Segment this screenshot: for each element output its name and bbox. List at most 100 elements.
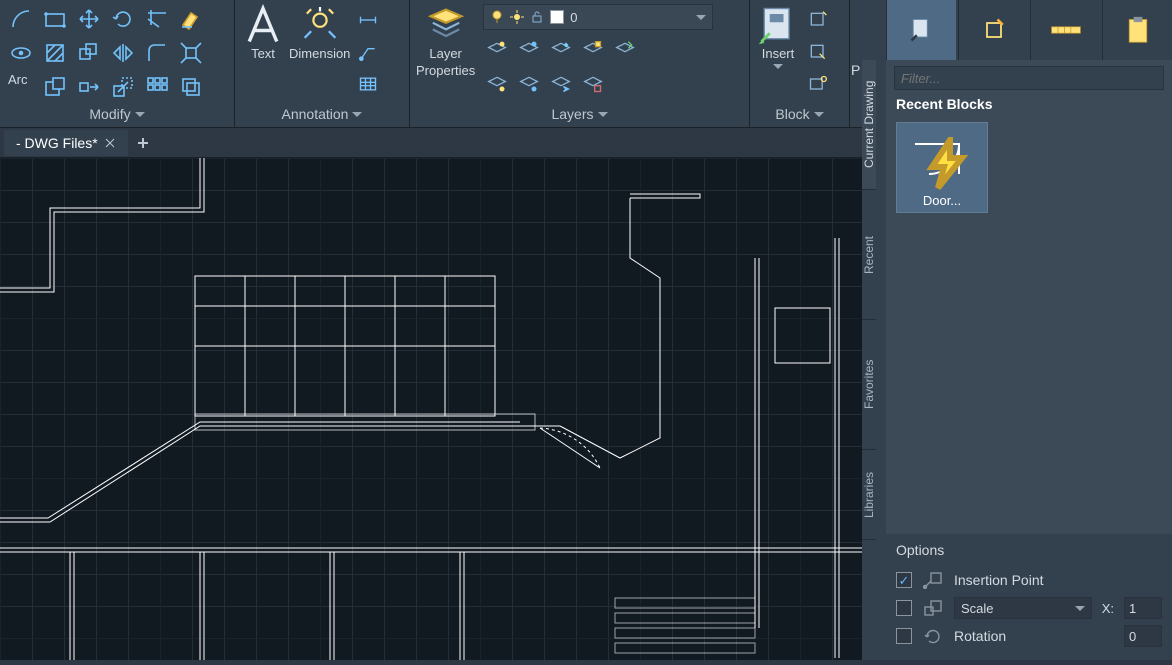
- linear-dim-icon[interactable]: [354, 6, 382, 34]
- chevron-down-icon: [352, 111, 362, 117]
- layer-iso-icon[interactable]: [483, 70, 511, 98]
- ribbon-group-layers: Layer Properties 0: [410, 0, 750, 127]
- erase-tool-icon[interactable]: [176, 4, 206, 34]
- layer-uniso-icon[interactable]: [515, 70, 543, 98]
- new-tab-button[interactable]: [128, 130, 158, 156]
- layer-match-icon[interactable]: [611, 36, 639, 64]
- layer-name: 0: [570, 10, 577, 25]
- palette-mode-measure[interactable]: [1030, 0, 1100, 60]
- edit-attributes-icon[interactable]: [804, 70, 832, 98]
- filter-input[interactable]: [894, 66, 1164, 90]
- ellipse-tool-icon[interactable]: [6, 38, 36, 68]
- region-tool-icon[interactable]: [40, 72, 70, 102]
- offset-tool-icon[interactable]: [176, 72, 206, 102]
- document-tab-label: - DWG Files*: [16, 135, 98, 151]
- layer-selector[interactable]: 0: [483, 4, 713, 30]
- block-thumb-door[interactable]: Door...: [896, 122, 988, 213]
- insertion-point-checkbox[interactable]: [896, 572, 912, 588]
- text-tool[interactable]: Text: [241, 4, 285, 61]
- dynamic-block-bolt-icon: [912, 137, 982, 191]
- table-icon[interactable]: [354, 70, 382, 98]
- rectangle-tool-icon[interactable]: [40, 4, 70, 34]
- lightbulb-icon: [490, 10, 504, 24]
- chevron-down-icon: [696, 14, 706, 20]
- scale-x-input[interactable]: [1124, 597, 1162, 619]
- hatch-tool-icon[interactable]: [40, 38, 70, 68]
- ribbon-group-modify: Arc: [0, 0, 235, 127]
- insertion-options: Options Insertion Point Scale X: Rotatio…: [886, 534, 1172, 660]
- leader-icon[interactable]: [354, 38, 382, 66]
- layer-properties-label-2: Properties: [416, 63, 475, 78]
- mirror-tool-icon[interactable]: [108, 38, 138, 68]
- lock-icon: [530, 10, 544, 24]
- stretch-tool-icon[interactable]: [74, 72, 104, 102]
- dimension-tool[interactable]: Dimension: [289, 4, 350, 61]
- sidetab-current-drawing[interactable]: Current Drawing: [862, 60, 876, 190]
- arc-tool-icon[interactable]: [6, 4, 36, 34]
- sidetab-libraries[interactable]: Libraries: [862, 450, 876, 540]
- chevron-down-icon: [773, 63, 783, 69]
- block-panel-label: Block: [775, 106, 809, 122]
- palette-top-toolbar: [886, 0, 1172, 60]
- layer-off-icon[interactable]: [483, 36, 511, 64]
- close-icon[interactable]: [104, 137, 116, 149]
- rotate-tool-icon[interactable]: [108, 4, 138, 34]
- array-tool-icon[interactable]: [142, 72, 172, 102]
- sun-icon: [510, 10, 524, 24]
- copy-tool-icon[interactable]: [74, 38, 104, 68]
- palette-mode-clipboard[interactable]: [1102, 0, 1172, 60]
- trim-tool-icon[interactable]: [142, 4, 172, 34]
- rotation-input[interactable]: [1124, 625, 1162, 647]
- explode-tool-icon[interactable]: [176, 38, 206, 68]
- document-tab[interactable]: - DWG Files*: [4, 130, 128, 156]
- block-panel-dropdown[interactable]: Block: [756, 103, 843, 125]
- fillet-tool-icon[interactable]: [142, 38, 172, 68]
- sidetab-favorites[interactable]: Favorites: [862, 320, 876, 450]
- annotation-panel-label: Annotation: [282, 106, 349, 122]
- dimension-label: Dimension: [289, 46, 350, 61]
- rotation-icon: [922, 627, 944, 645]
- palette-side-tabs: Current Drawing Recent Favorites Librari…: [862, 60, 886, 660]
- layers-panel-dropdown[interactable]: Layers: [416, 103, 743, 125]
- options-heading: Options: [896, 542, 1162, 558]
- chevron-down-icon: [135, 111, 145, 117]
- palette-mode-insert[interactable]: [886, 0, 956, 60]
- scale-checkbox[interactable]: [896, 600, 912, 616]
- layer-lock-icon[interactable]: [547, 36, 575, 64]
- layer-freeze-icon[interactable]: [515, 36, 543, 64]
- layer-states-icon[interactable]: [579, 70, 607, 98]
- block-thumb-label: Door...: [923, 193, 961, 208]
- layer-properties-button[interactable]: Layer Properties: [416, 4, 475, 103]
- insert-block-button[interactable]: Insert: [756, 4, 800, 103]
- edit-block-icon[interactable]: [804, 38, 832, 66]
- palette-mode-create[interactable]: [958, 0, 1028, 60]
- text-label: Text: [251, 46, 275, 61]
- layer-properties-label-1: Layer: [429, 46, 462, 61]
- create-block-icon[interactable]: [804, 6, 832, 34]
- insertion-point-label: Insertion Point: [954, 572, 1044, 588]
- chevron-down-icon: [814, 111, 824, 117]
- scale-icon: [922, 599, 944, 617]
- layer-prev-icon[interactable]: [547, 70, 575, 98]
- recent-blocks-heading: Recent Blocks: [886, 94, 1172, 118]
- sidetab-recent[interactable]: Recent: [862, 190, 876, 320]
- layer-make-current-icon[interactable]: [579, 36, 607, 64]
- layers-panel-label: Layers: [551, 106, 593, 122]
- chevron-down-icon: [1075, 605, 1085, 611]
- insert-label: Insert: [762, 46, 795, 61]
- rotation-checkbox[interactable]: [896, 628, 912, 644]
- move-tool-icon[interactable]: [74, 4, 104, 34]
- drawing-canvas[interactable]: [0, 158, 862, 660]
- insertion-point-icon: [922, 571, 944, 589]
- ribbon-group-block: Insert Block: [750, 0, 850, 127]
- blocks-palette: Recent Blocks Door... Options Insertion …: [886, 0, 1172, 660]
- truncated-panel-label: P: [851, 62, 860, 78]
- x-label: X:: [1102, 601, 1114, 616]
- drawing-content: [0, 158, 862, 660]
- scale-dropdown[interactable]: Scale: [954, 597, 1092, 619]
- modify-panel-label: Modify: [89, 106, 130, 122]
- ribbon-group-annotation: Text Dimension Annotation: [235, 0, 410, 127]
- modify-panel-dropdown[interactable]: Modify: [6, 103, 228, 125]
- annotation-panel-dropdown[interactable]: Annotation: [241, 103, 403, 125]
- scale-tool-icon[interactable]: [108, 72, 138, 102]
